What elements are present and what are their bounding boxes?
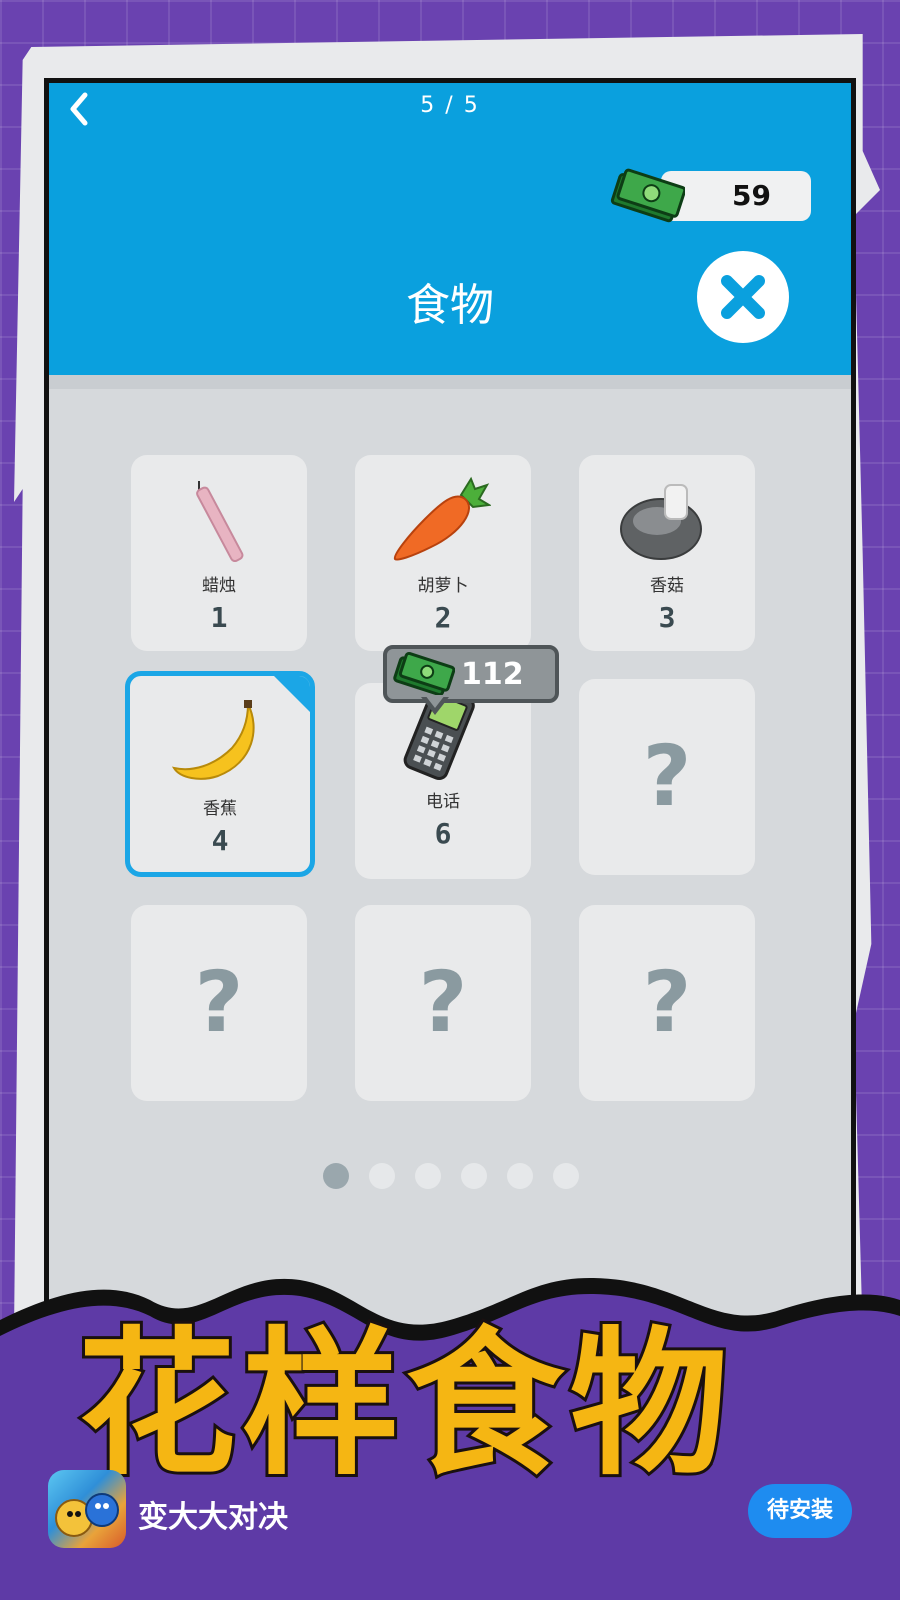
item-number: 2: [434, 601, 452, 634]
cash-icon: [609, 167, 687, 227]
ad-app-name: 变大大对决: [138, 1500, 288, 1535]
price-value: 112: [461, 657, 524, 692]
price-tooltip: 112: [383, 645, 559, 703]
pagination-dots: [323, 1163, 579, 1189]
item-number: 3: [658, 601, 676, 634]
locked-question-icon: ?: [642, 727, 692, 825]
item-label: 电话: [426, 792, 460, 812]
item-card-banana[interactable]: 香蕉 4: [125, 671, 315, 877]
item-card-locked[interactable]: ?: [579, 905, 755, 1101]
locked-question-icon: ?: [194, 953, 244, 1051]
item-label: 香蕉: [203, 799, 237, 819]
item-label: 蜡烛: [202, 576, 236, 596]
page-dot-4[interactable]: [461, 1163, 487, 1189]
carrot-icon: [393, 476, 491, 561]
item-card-mushroom[interactable]: 香菇 3: [579, 455, 755, 651]
money-value: 59: [732, 179, 771, 212]
page-dot-1[interactable]: [323, 1163, 349, 1189]
item-number: 4: [211, 824, 229, 857]
locked-question-icon: ?: [642, 953, 692, 1051]
tooltip-tail-inner: [425, 695, 445, 708]
shop-panel: 5 / 5 59 食物 蜡烛 1 胡萝卜 2 香菇 3 香蕉 4 电话 6 ? …: [44, 78, 856, 1338]
banana-icon: [171, 700, 255, 780]
install-button[interactable]: 待安装: [748, 1484, 852, 1538]
page-dot-2[interactable]: [369, 1163, 395, 1189]
item-card-locked[interactable]: ?: [579, 679, 755, 875]
header-bar: 5 / 5 59 食物: [49, 83, 851, 375]
page-dot-3[interactable]: [415, 1163, 441, 1189]
item-card-carrot[interactable]: 胡萝卜 2: [355, 455, 531, 651]
mushroom-icon: [620, 484, 702, 560]
item-number: 1: [210, 601, 228, 634]
banner-title: 花样食物: [75, 1313, 734, 1497]
item-card-locked[interactable]: ?: [131, 905, 307, 1101]
cash-icon: [393, 651, 455, 697]
item-label: 香菇: [650, 576, 684, 596]
close-icon: [721, 275, 765, 319]
game-character-icon: [55, 1493, 119, 1537]
item-label: 胡萝卜: [417, 576, 469, 596]
locked-question-icon: ?: [418, 953, 468, 1051]
page-dot-6[interactable]: [553, 1163, 579, 1189]
page-dot-5[interactable]: [507, 1163, 533, 1189]
item-card-candle[interactable]: 蜡烛 1: [131, 455, 307, 651]
page-indicator: 5 / 5: [420, 93, 480, 118]
item-card-locked[interactable]: ?: [355, 905, 531, 1101]
close-button[interactable]: [697, 251, 789, 343]
selected-corner: [272, 676, 310, 714]
header-shadow: [49, 375, 851, 389]
candle-icon: [196, 481, 244, 563]
app-icon[interactable]: [48, 1470, 126, 1548]
item-number: 6: [434, 817, 452, 850]
